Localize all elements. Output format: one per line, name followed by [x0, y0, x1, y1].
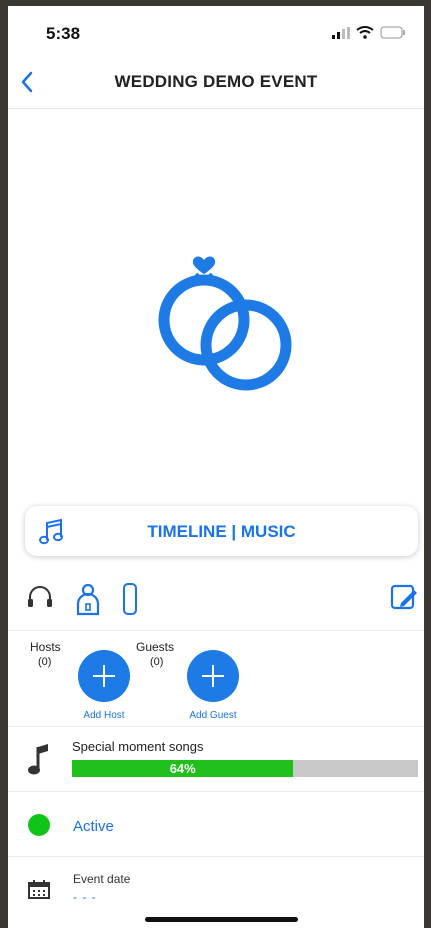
calendar-icon [28, 880, 50, 899]
status-label[interactable]: Active [73, 818, 114, 835]
hosts-label: Hosts [30, 640, 61, 654]
guests-count: (0) [150, 656, 164, 668]
hosts-count: (0) [38, 656, 52, 668]
status-time: 5:38 [46, 24, 81, 43]
event-date-value: - - - [73, 890, 97, 904]
timeline-music-label: TIMELINE | MUSIC [147, 522, 296, 541]
phone-outline-icon[interactable] [122, 582, 138, 616]
add-host-button[interactable] [78, 650, 130, 702]
event-date-row[interactable]: Event date - - - [8, 857, 424, 917]
guests-label: Guests [136, 640, 175, 654]
nav-bar: WEDDING DEMO EVENT [8, 58, 424, 109]
phone-screen: 5:38 WEDDING DEMO EVENT TIMELINE | MUSIC… [8, 6, 424, 928]
music-note-icon [28, 744, 48, 775]
wifi-icon [356, 26, 374, 39]
page-title: WEDDING DEMO EVENT [114, 72, 318, 91]
person-icon[interactable] [74, 582, 102, 616]
special-songs-row[interactable]: Special moment songs 64% [8, 727, 424, 792]
home-indicator [145, 917, 298, 922]
signal-icon [332, 26, 350, 39]
status-bar: 5:38 [8, 6, 424, 58]
songs-progress-text: 64% [169, 761, 196, 776]
wedding-rings-icon [158, 256, 292, 391]
add-guest-label[interactable]: Add Guest [173, 710, 253, 721]
status-icons [332, 26, 406, 39]
status-row: Active [8, 792, 424, 857]
event-date-title: Event date [73, 872, 131, 886]
add-host-label[interactable]: Add Host [64, 710, 144, 721]
headphones-icon[interactable] [26, 582, 54, 612]
songs-progress-bar: 64% [72, 760, 418, 777]
hosts-guests-section: Hosts (0) Add Host Guests (0) Add Guest [8, 630, 424, 727]
add-guest-button[interactable] [187, 650, 239, 702]
timeline-music-card[interactable]: TIMELINE | MUSIC [25, 506, 418, 556]
edit-icon[interactable] [390, 582, 418, 612]
action-icon-row [8, 578, 424, 631]
battery-icon [380, 26, 405, 39]
active-status-dot [28, 814, 50, 836]
special-songs-title: Special moment songs [72, 739, 204, 754]
